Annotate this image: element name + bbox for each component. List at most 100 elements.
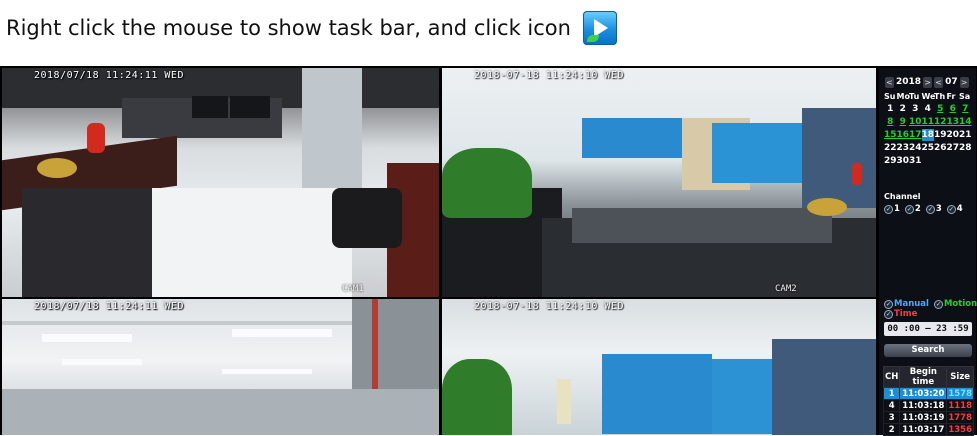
calendar-day[interactable]: 1 [884,103,897,115]
calendar-day[interactable]: 4 [922,103,935,115]
camera-view-1[interactable]: 2018/07/18 11:24:11 WED CAM1 [2,68,439,297]
calendar-day[interactable]: 14 [959,116,972,128]
check-icon: ✓ [884,204,893,214]
time-label: Time [894,309,918,319]
calendar-day[interactable]: 31 [909,155,922,167]
month-value: 07 [945,77,958,87]
record-row[interactable]: 3 11:03:19 1778 [882,411,974,424]
prev-year-button[interactable]: < [885,76,894,88]
channel-label: 4 [956,204,963,214]
time-checkbox[interactable]: ✓ Time [884,309,917,319]
calendar-day[interactable]: 5 [934,103,947,115]
manual-checkbox[interactable]: ✓ Manual [884,299,929,309]
calendar-day[interactable]: 26 [934,142,947,154]
weekday-header: Fr [946,92,956,101]
channel-checkbox-4[interactable]: ✓ 4 [946,204,963,214]
calendar-day[interactable]: 16 [897,129,910,141]
record-channel: 2 [882,423,901,436]
record-row[interactable]: 2 11:03:17 1356 [882,423,974,436]
playback-icon [582,11,617,45]
calendar-day[interactable]: 20 [947,129,960,141]
channel-label: 1 [894,204,900,214]
instruction-text: Right click the mouse to show task bar, … [6,16,571,40]
camera-view-3[interactable]: 2018/07/18 11:24:11 WED [2,299,439,435]
motion-check-icon: ✓ [933,299,943,309]
calendar-day[interactable]: 27 [947,142,960,154]
calendar-day[interactable]: 7 [959,103,972,115]
camera-view-2[interactable]: 2018-07-18 11:24:10 WED CAM2 [442,68,876,297]
calendar-day[interactable]: 25 [922,142,935,154]
calendar-day[interactable]: 29 [884,155,897,167]
calendar-day[interactable]: 12 [934,116,947,128]
calendar-header: < 2018 > < 07 > [885,75,973,89]
record-begin-time: 11:03:20 [899,387,948,400]
calendar-day[interactable]: 11 [922,116,935,128]
channel-checkboxes: ✓ 1 ✓ 2 ✓ 3 ✓ 4 [884,204,963,214]
record-type-row-1: ✓ Manual ✓ Motion [884,299,977,309]
calendar-day[interactable]: 13 [947,116,960,128]
calendar-day[interactable]: 24 [909,142,922,154]
calendar-day[interactable]: 30 [897,155,910,167]
next-month-button[interactable]: > [959,76,969,88]
weekday-header: Sa [959,92,971,101]
record-begin-time: 11:03:18 [899,399,948,412]
record-channel: 1 [882,387,901,400]
calendar-empty-cell [947,155,960,167]
camera-4-timestamp: 2018-07-18 11:24:10 WED [474,301,624,312]
calendar-day[interactable]: 28 [959,142,972,154]
calendar-day[interactable]: 19 [934,129,947,141]
year-value: 2018 [896,77,922,87]
weekday-header: We [921,92,936,101]
time-range-field[interactable]: 00 :00 – 23 :59 [884,322,972,336]
record-row[interactable]: 4 11:03:18 1118 [882,399,974,412]
manual-label: Manual [894,299,929,309]
record-channel: 4 [882,399,901,412]
playback-search-panel: < 2018 > < 07 > Su Mo Tu We Th Fr Sa 1 2 3 4 5 6 7 8 9 1… [879,68,977,436]
calendar-empty-cell [959,155,972,167]
camera-view-4[interactable]: 2018-07-18 11:24:10 WED [442,299,876,435]
calendar-day[interactable]: 21 [959,129,972,141]
calendar-day[interactable]: 15 [884,129,897,141]
motion-checkbox[interactable]: ✓ Motion [933,299,977,309]
time-check-icon: ✓ [884,309,893,319]
channel-checkbox-1[interactable]: ✓ 1 [884,204,900,214]
calendar-day[interactable]: 10 [909,116,922,128]
record-begin-time: 11:03:19 [899,411,948,424]
channel-checkbox-2[interactable]: ✓ 2 [904,204,921,214]
calendar-day[interactable]: 8 [884,116,897,128]
calendar-day[interactable]: 2 [897,103,910,115]
record-row[interactable]: 1 11:03:20 1578 [882,387,974,400]
col-ch: CH [882,366,901,388]
calendar-day[interactable]: 6 [947,103,960,115]
check-icon: ✓ [946,204,956,214]
record-channel: 3 [882,411,901,424]
next-year-button[interactable]: > [923,76,933,88]
motion-label: Motion [943,299,977,309]
record-begin-time: 11:03:17 [899,423,948,436]
instruction-line: Right click the mouse to show task bar, … [6,8,617,48]
record-list-table: CH Begin time Size 1 11:03:20 1578 4 11:03:1… [882,366,974,436]
calendar-empty-cell [922,155,935,167]
calendar-day[interactable]: 22 [884,142,897,154]
record-type-row-2: ✓ Time [884,309,917,319]
camera-3-timestamp: 2018/07/18 11:24:11 WED [34,301,184,312]
calendar-day[interactable]: 17 [909,129,922,141]
camera-1-timestamp: 2018/07/18 11:24:11 WED [34,70,184,81]
search-button[interactable]: Search [884,344,972,357]
camera-2-label: CAM2 [775,284,797,294]
calendar-day[interactable]: 23 [897,142,910,154]
calendar-empty-cell [934,155,947,167]
calendar-day[interactable]: 3 [909,103,922,115]
prev-month-button[interactable]: < [934,76,944,88]
col-begin-time: Begin time [899,366,948,388]
channel-checkbox-3[interactable]: ✓ 3 [925,204,942,214]
camera-2-timestamp: 2018-07-18 11:24:10 WED [474,70,624,81]
calendar-day[interactable]: 9 [897,116,910,128]
record-size: 1778 [946,411,974,424]
weekday-header: Tu [909,92,920,101]
weekday-header: Su [884,92,896,101]
record-size: 1356 [946,423,974,436]
camera-1-label: CAM1 [342,284,364,294]
record-size: 1578 [946,387,974,400]
calendar-day[interactable]: 18 [921,129,934,141]
